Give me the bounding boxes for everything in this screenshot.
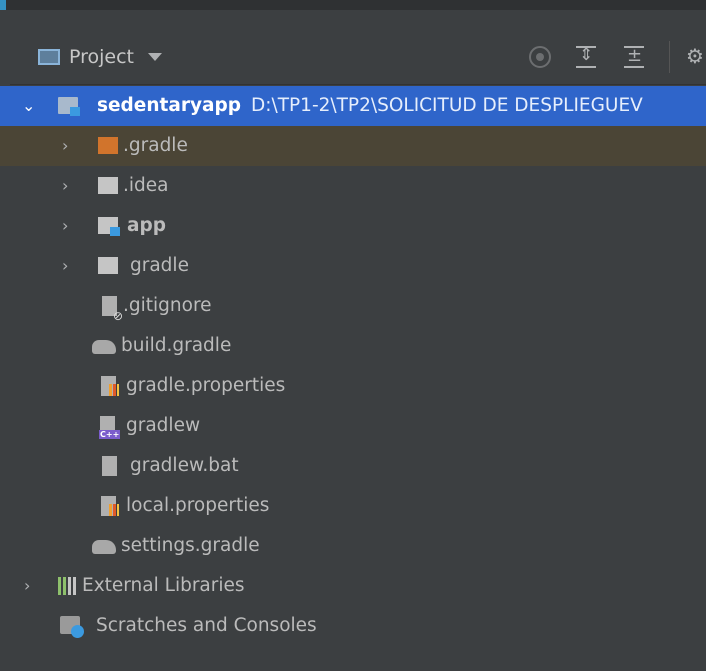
gear-icon[interactable]: ⚙ — [686, 44, 706, 70]
toolbar-actions: ⚙ — [507, 30, 706, 84]
dropdown-arrow-icon[interactable] — [148, 53, 163, 61]
chevron-down-icon[interactable]: ⌄ — [22, 86, 35, 126]
ignore-file-icon — [102, 296, 123, 322]
tree-item-idea[interactable]: › .idea — [0, 166, 706, 206]
chevron-right-icon[interactable]: › — [24, 566, 30, 606]
tree-item-label: .gradle — [123, 135, 188, 156]
project-tree: ⌄ sedentaryapp D:\TP1-2\TP2\SOLICITUD DE … — [0, 86, 706, 646]
chevron-right-icon[interactable]: › — [62, 126, 68, 166]
tree-item-settings-gradle[interactable]: settings.gradle — [0, 526, 706, 566]
project-toolbar: Project ⚙ — [10, 30, 706, 85]
tree-item-gradlew-bat[interactable]: gradlew.bat — [0, 446, 706, 486]
tree-item-scratches[interactable]: Scratches and Consoles — [0, 606, 706, 646]
tree-item-label: gradlew.bat — [130, 455, 239, 476]
window-top-strip — [0, 0, 706, 10]
library-icon — [58, 577, 78, 595]
tree-item-local-properties[interactable]: local.properties — [0, 486, 706, 526]
tree-item-label: .idea — [123, 175, 169, 196]
tree-item-label: gradle.properties — [126, 375, 286, 396]
tree-item-label: gradlew — [126, 415, 201, 436]
project-icon — [38, 49, 60, 65]
chevron-right-icon[interactable]: › — [62, 206, 68, 246]
tree-item-label: settings.gradle — [121, 535, 260, 556]
tree-item-gradle[interactable]: › gradle — [0, 246, 706, 286]
tree-item-label: app — [127, 215, 166, 236]
expand-all-icon[interactable] — [573, 44, 599, 70]
tree-item-label: build.gradle — [121, 335, 232, 356]
folder-icon — [98, 177, 118, 194]
tree-item-gitignore[interactable]: .gitignore — [0, 286, 706, 326]
tree-item-gradle-cache[interactable]: › .gradle — [0, 126, 706, 166]
cpp-file-icon — [99, 416, 121, 439]
chevron-right-icon[interactable]: › — [62, 166, 68, 206]
tree-item-label: External Libraries — [82, 575, 245, 596]
properties-file-icon — [101, 496, 119, 516]
gradle-elephant-icon — [92, 340, 116, 354]
tree-item-gradle-properties[interactable]: gradle.properties — [0, 366, 706, 406]
module-folder-icon — [58, 97, 80, 116]
gradle-elephant-icon — [92, 540, 116, 554]
text-file-icon — [102, 456, 117, 476]
tree-item-label: .gitignore — [123, 295, 212, 316]
toolbar-separator — [669, 41, 670, 73]
tree-item-external-libraries[interactable]: › External Libraries — [0, 566, 706, 606]
tree-item-label: Scratches and Consoles — [96, 615, 317, 636]
tree-item-label: local.properties — [126, 495, 270, 516]
properties-file-icon — [101, 376, 119, 396]
tree-item-label: gradle — [130, 255, 189, 276]
project-view-title[interactable]: Project — [69, 46, 134, 68]
tree-item-build-gradle[interactable]: build.gradle — [0, 326, 706, 366]
window-accent — [0, 0, 6, 10]
tree-root-sedentaryapp[interactable]: ⌄ sedentaryapp D:\TP1-2\TP2\SOLICITUD DE … — [0, 86, 706, 126]
tree-item-app[interactable]: › app — [0, 206, 706, 246]
excluded-folder-icon — [98, 137, 118, 154]
root-path: D:\TP1-2\TP2\SOLICITUD DE DESPLIEGUEV — [251, 95, 643, 116]
folder-icon — [98, 257, 118, 274]
module-folder-icon — [98, 217, 120, 236]
scratches-icon — [60, 616, 84, 638]
locate-icon[interactable] — [529, 46, 551, 68]
chevron-right-icon[interactable]: › — [62, 246, 68, 286]
tree-item-gradlew[interactable]: gradlew — [0, 406, 706, 446]
root-name: sedentaryapp — [97, 95, 241, 116]
collapse-all-icon[interactable] — [621, 44, 647, 70]
